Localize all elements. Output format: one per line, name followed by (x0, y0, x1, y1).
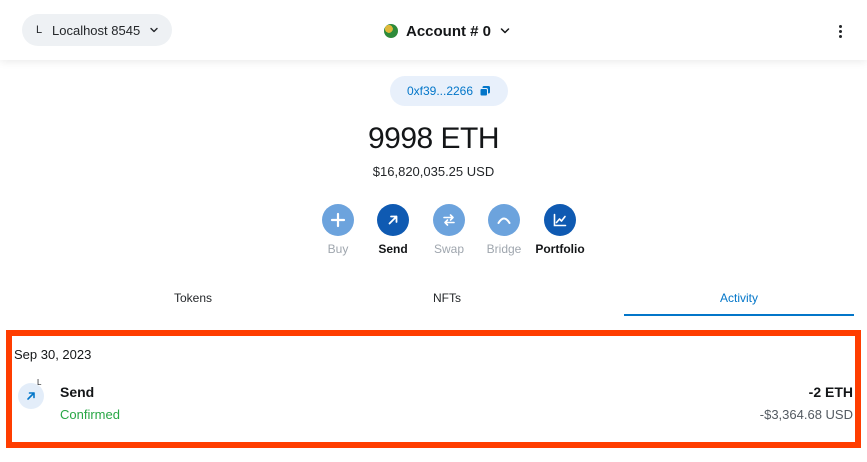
send-button[interactable]: Send (363, 204, 423, 256)
network-selector[interactable]: L Localhost 8545 (22, 14, 173, 46)
swap-icon (433, 204, 465, 236)
more-menu-icon[interactable] (832, 18, 848, 44)
activity-date: Sep 30, 2023 (14, 347, 92, 362)
balance-amount: 9998 ETH (367, 122, 500, 155)
tab-bar: Tokens NFTs Activity (0, 284, 867, 318)
bridge-label: Bridge (486, 242, 522, 256)
tab-tokens[interactable]: Tokens (78, 284, 308, 316)
header: L Localhost 8545 Account # 0 (0, 0, 867, 60)
transaction-title[interactable]: Send (60, 384, 94, 400)
portfolio-button[interactable]: Portfolio (530, 204, 590, 256)
transaction-fiat: -$3,364.68 USD (759, 407, 853, 422)
network-badge: L (37, 378, 42, 387)
portfolio-label: Portfolio (535, 242, 585, 256)
balance-fiat: $16,820,035.25 USD (372, 164, 495, 179)
arrow-up-right-icon (377, 204, 409, 236)
network-name: Localhost 8545 (52, 22, 141, 38)
chevron-down-icon (150, 27, 158, 33)
chevron-down-icon (500, 28, 510, 34)
tab-activity[interactable]: Activity (624, 284, 854, 316)
wallet-window: L Localhost 8545 Account # 0 0xf39...226… (0, 0, 867, 462)
account-avatar (384, 24, 398, 38)
network-initial: L (35, 24, 43, 36)
buy-button[interactable]: Buy (308, 204, 368, 256)
transaction-status: Confirmed (60, 407, 120, 422)
action-bar: Buy Send Swap Bridge Portfolio (0, 204, 867, 264)
copy-icon (479, 86, 491, 97)
account-selector[interactable]: Account # 0 (384, 18, 511, 44)
send-label: Send (378, 242, 408, 256)
chart-icon (544, 204, 576, 236)
address-short: 0xf39...2266 (406, 84, 474, 98)
account-name: Account # 0 (406, 22, 492, 40)
buy-label: Buy (327, 242, 349, 256)
swap-button[interactable]: Swap (419, 204, 479, 256)
transaction-amount: -2 ETH (808, 384, 853, 400)
highlight-box (6, 330, 861, 448)
bridge-icon (488, 204, 520, 236)
address-copy-button[interactable]: 0xf39...2266 (390, 76, 508, 106)
swap-label: Swap (433, 242, 465, 256)
bridge-button[interactable]: Bridge (474, 204, 534, 256)
tab-nfts[interactable]: NFTs (332, 284, 562, 316)
plus-icon (322, 204, 354, 236)
